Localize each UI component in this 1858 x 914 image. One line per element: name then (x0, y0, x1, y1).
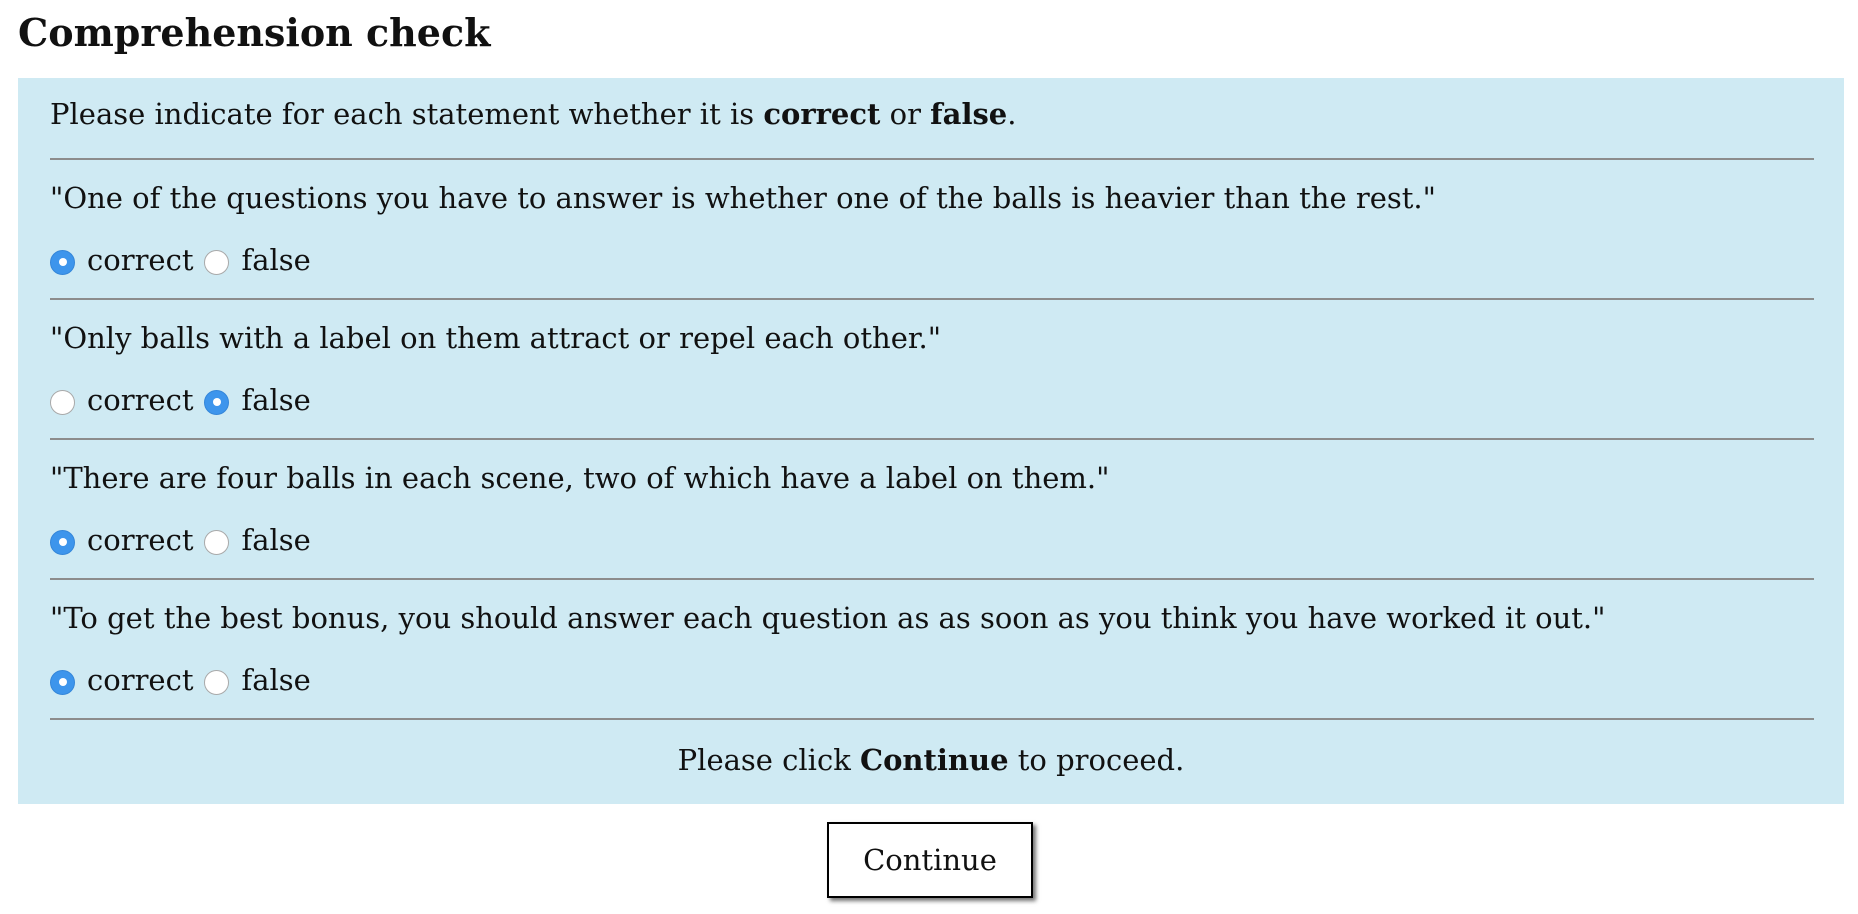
radio-false-label[interactable]: false (241, 243, 310, 277)
radio-correct-label[interactable]: correct (87, 523, 193, 557)
radio-correct[interactable] (50, 249, 75, 275)
radio-correct-label[interactable]: correct (87, 663, 193, 697)
answer-options: correct false (50, 520, 322, 560)
radio-false-label[interactable]: false (241, 663, 310, 697)
proceed-suffix: to proceed. (1008, 743, 1185, 777)
radio-correct-label[interactable]: correct (87, 243, 193, 277)
radio-correct[interactable] (50, 529, 75, 555)
question-panel: Please indicate for each statement wheth… (18, 78, 1844, 804)
radio-correct[interactable] (50, 389, 75, 415)
question-item: "To get the best bonus, you should answe… (50, 580, 1814, 718)
proceed-text: Please click Continue to proceed. (18, 740, 1844, 780)
question-statement: "There are four balls in each scene, two… (50, 461, 1110, 495)
answer-options: correct false (50, 380, 322, 420)
proceed-prefix: Please click (677, 743, 860, 777)
instructions-text: Please indicate for each statement wheth… (50, 94, 1016, 134)
radio-false[interactable] (204, 249, 230, 275)
radio-false[interactable] (204, 669, 230, 695)
radio-false-label[interactable]: false (241, 523, 310, 557)
question-statement: "Only balls with a label on them attract… (50, 321, 942, 355)
divider (50, 718, 1814, 720)
instructions-middle: or (880, 97, 931, 131)
question-item: "There are four balls in each scene, two… (50, 440, 1814, 578)
question-statement: "One of the questions you have to answer… (50, 181, 1436, 215)
page-title: Comprehension check (18, 10, 491, 55)
question-item: "Only balls with a label on them attract… (50, 300, 1814, 438)
radio-correct-label[interactable]: correct (87, 383, 193, 417)
comprehension-check-page: Comprehension check Please indicate for … (0, 0, 1858, 914)
radio-false[interactable] (204, 529, 230, 555)
instructions-suffix: . (1007, 97, 1017, 131)
proceed-button-word: Continue (859, 743, 1009, 777)
radio-false-label[interactable]: false (241, 383, 310, 417)
question-item: "One of the questions you have to answer… (50, 160, 1814, 298)
instructions-prefix: Please indicate for each statement wheth… (50, 97, 764, 131)
instructions-false-word: false (930, 97, 1008, 131)
instructions-correct-word: correct (763, 97, 881, 131)
answer-options: correct false (50, 660, 322, 700)
question-statement: "To get the best bonus, you should answe… (50, 601, 1606, 635)
answer-options: correct false (50, 240, 322, 280)
radio-false[interactable] (204, 389, 230, 415)
radio-correct[interactable] (50, 669, 75, 695)
continue-button[interactable]: Continue (827, 822, 1033, 898)
